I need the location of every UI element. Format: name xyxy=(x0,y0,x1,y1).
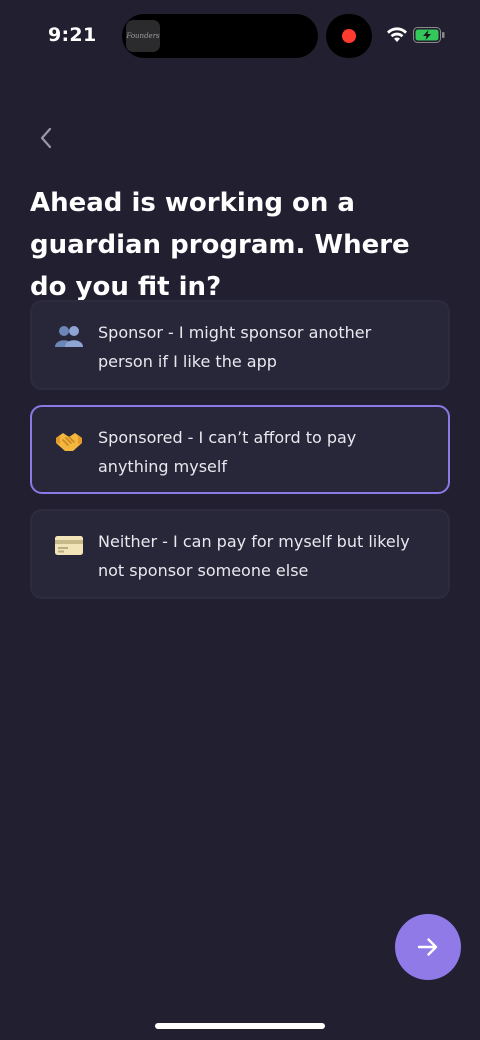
two-people-icon xyxy=(55,326,83,347)
home-indicator[interactable] xyxy=(155,1023,325,1029)
chevron-left-icon xyxy=(40,127,52,149)
battery-charging-icon xyxy=(413,27,445,43)
handshake-icon xyxy=(56,433,82,451)
options-list: Sponsor - I might sponsor another person… xyxy=(30,300,450,614)
credit-card-icon xyxy=(55,536,83,555)
option-label: Sponsored - I can’t afford to pay anythi… xyxy=(98,428,357,476)
record-dot-icon xyxy=(342,29,356,43)
option-sponsored[interactable]: Sponsored - I can’t afford to pay anythi… xyxy=(30,405,450,494)
back-button[interactable] xyxy=(30,122,62,154)
island-app-thumbnail: Founders xyxy=(126,20,160,52)
dynamic-island[interactable]: Founders xyxy=(122,14,318,58)
option-neither[interactable]: Neither - I can pay for myself but likel… xyxy=(30,509,450,599)
page-title: Ahead is working on a guardian program. … xyxy=(30,188,410,302)
option-sponsor[interactable]: Sponsor - I might sponsor another person… xyxy=(30,300,450,390)
option-label: Sponsor - I might sponsor another person… xyxy=(98,323,372,371)
status-bar: 9:21 Founders xyxy=(0,0,480,72)
screen-recording-indicator[interactable] xyxy=(326,14,372,58)
wifi-icon xyxy=(387,27,407,42)
arrow-right-icon xyxy=(417,938,438,956)
status-time: 9:21 xyxy=(48,24,97,46)
next-button[interactable] xyxy=(395,914,461,980)
option-label: Neither - I can pay for myself but likel… xyxy=(98,532,410,580)
